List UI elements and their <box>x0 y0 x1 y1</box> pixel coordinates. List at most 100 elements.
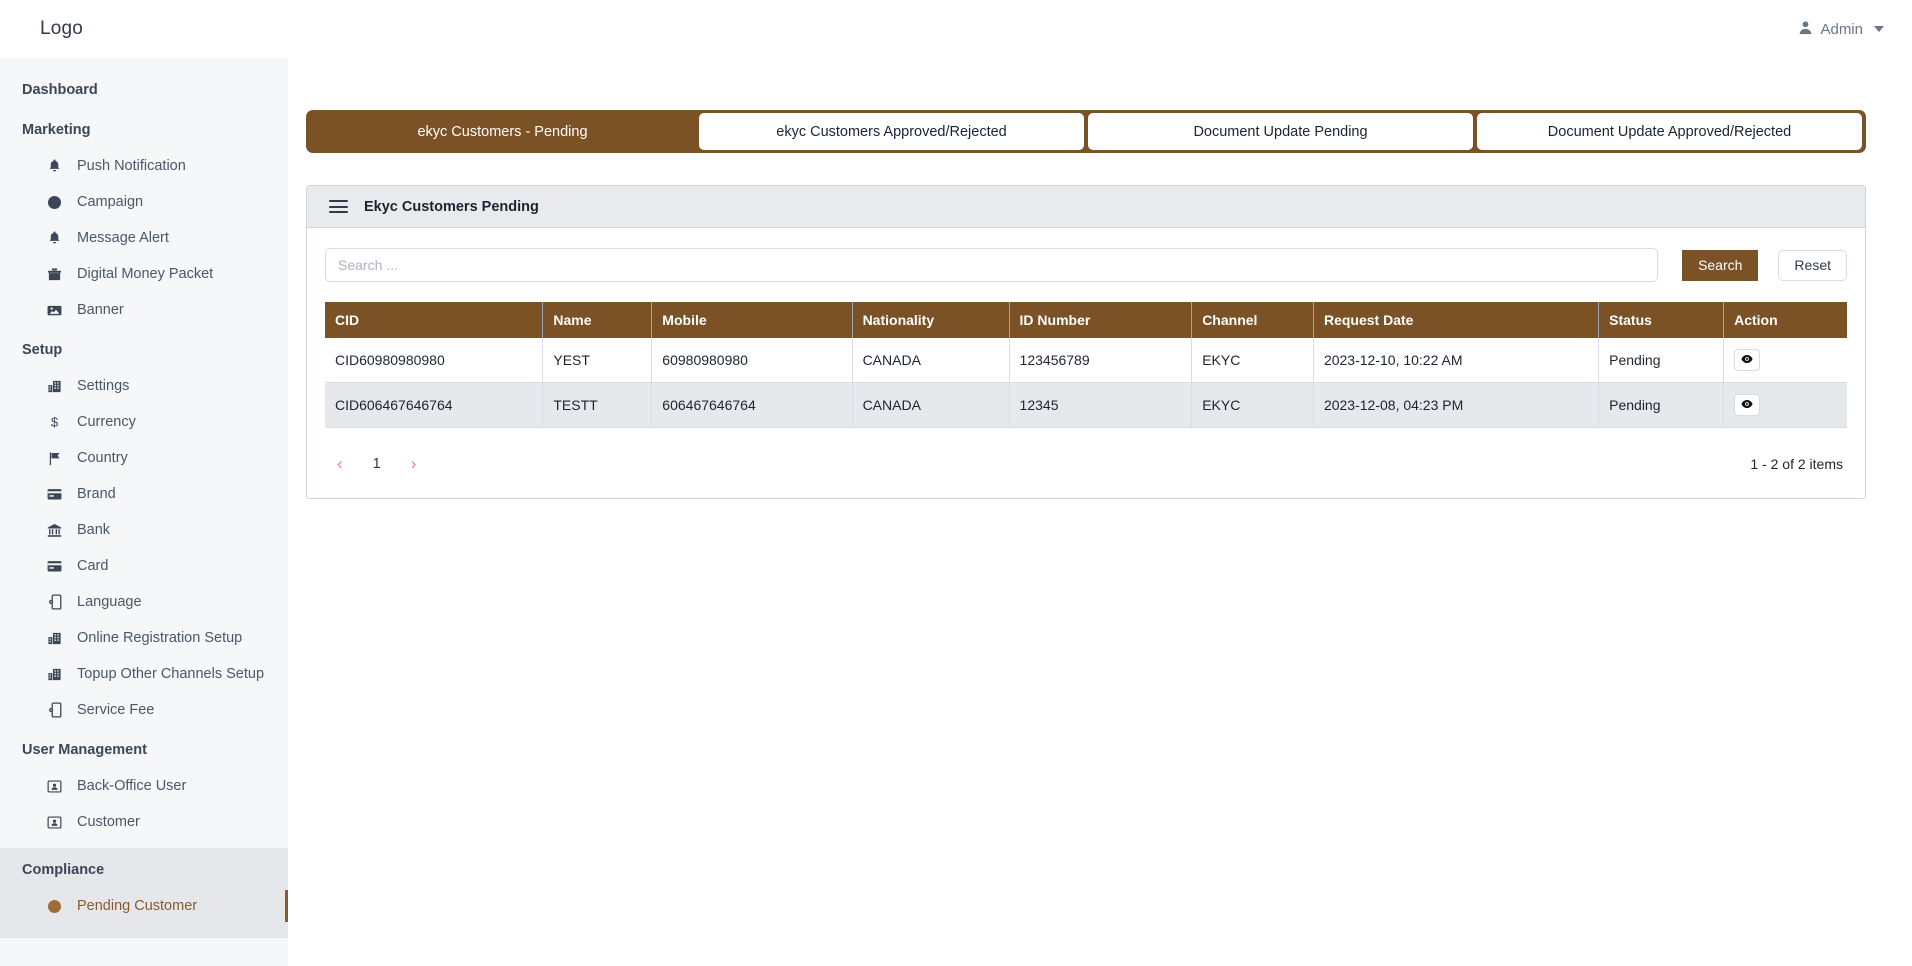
column-header-channel: Channel <box>1191 302 1314 338</box>
sidebar-item-label: Currency <box>77 414 136 430</box>
main-content: ekyc Customers - Pending ekyc Customers A… <box>288 58 1912 966</box>
column-header-status: Status <box>1598 302 1725 338</box>
column-header-request-date: Request Date <box>1313 302 1600 338</box>
table-header-row: CID Name Mobile Nationality ID Number Channel… <box>325 302 1847 338</box>
sidebar-item-campaign[interactable]: Campaign <box>0 184 288 220</box>
sidebar-item-label: Message Alert <box>77 230 169 246</box>
sidebar-item-message-alert[interactable]: Message Alert <box>0 220 288 256</box>
sidebar-item-pending-customer[interactable]: Pending Customer <box>0 888 288 924</box>
eye-icon <box>1741 397 1753 413</box>
tab-ekyc-customers-approved-rejected[interactable]: ekyc Customers Approved/Rejected <box>698 112 1085 151</box>
cell-nationality: CANADA <box>852 382 1010 428</box>
sidebar-item-push-notification[interactable]: Push Notification <box>0 148 288 184</box>
sidebar-item-label: Service Fee <box>77 702 155 718</box>
tab-document-update-pending[interactable]: Document Update Pending <box>1087 112 1474 151</box>
table-body: CID60980980980 YEST 60980980980 CANADA 12345… <box>325 338 1847 428</box>
sidebar-item-banner[interactable]: Banner <box>0 292 288 328</box>
device-gear-icon <box>46 594 63 611</box>
bell-icon <box>46 230 63 247</box>
cell-name: YEST <box>542 338 653 383</box>
dollar-icon: $ <box>46 414 63 431</box>
sidebar-section-title: Marketing <box>22 122 91 138</box>
eye-icon <box>1741 352 1753 368</box>
person-icon <box>1798 20 1813 39</box>
ekyc-pending-card: Ekyc Customers Pending Search Reset <box>306 185 1866 499</box>
tab-document-update-approved-rejected[interactable]: Document Update Approved/Rejected <box>1476 112 1863 151</box>
app-root: Logo Admin Dashboard Marketing Push Notifi… <box>0 0 1912 966</box>
sidebar-item-digital-money-packet[interactable]: Digital Money Packet <box>0 256 288 292</box>
sidebar-item-label: Brand <box>77 486 116 502</box>
id-card-icon <box>46 814 63 831</box>
sidebar-item-label: Push Notification <box>77 158 186 174</box>
sidebar-section-title: User Management <box>22 742 147 758</box>
sidebar-item-label: Digital Money Packet <box>77 266 214 282</box>
page-number-button[interactable]: 1 <box>365 454 389 474</box>
sidebar-item-topup-other-channels-setup[interactable]: Topup Other Channels Setup <box>0 656 288 692</box>
bank-icon <box>46 522 63 539</box>
sidebar-item-label: Pending Customer <box>77 898 198 914</box>
column-header-mobile: Mobile <box>651 302 853 338</box>
chevron-left-icon[interactable]: ‹ <box>329 452 351 476</box>
cell-id-number: 123456789 <box>1009 338 1193 383</box>
sidebar-section-title: Compliance <box>22 862 105 878</box>
sidebar-item-service-fee[interactable]: Service Fee <box>0 692 288 728</box>
reset-button[interactable]: Reset <box>1778 249 1847 281</box>
user-menu[interactable]: Admin <box>1798 20 1884 39</box>
hamburger-icon[interactable] <box>329 200 348 213</box>
sidebar-section-title: Setup <box>22 342 63 358</box>
user-name-label: Admin <box>1820 20 1863 38</box>
sidebar-item-language[interactable]: Language <box>0 584 288 620</box>
sidebar-section-title[interactable]: Dashboard <box>0 68 288 108</box>
ekyc-customers-table: CID Name Mobile Nationality ID Number Channel… <box>325 302 1847 428</box>
pagination-row: ‹ 1 › 1 - 2 of 2 items <box>325 452 1847 476</box>
sidebar-item-settings[interactable]: Settings <box>0 368 288 404</box>
tab-bar: ekyc Customers - Pending ekyc Customers A… <box>306 110 1866 153</box>
search-input[interactable] <box>325 248 1659 282</box>
column-header-cid: CID <box>325 302 544 338</box>
flag-icon <box>46 450 63 467</box>
bell-icon <box>46 158 63 175</box>
card-title: Ekyc Customers Pending <box>364 198 539 215</box>
view-row-button[interactable] <box>1734 394 1761 416</box>
cell-id-number: 12345 <box>1009 382 1193 428</box>
card-body: Search Reset CIDNameMobileNationalityID … <box>307 228 1865 498</box>
card-icon <box>46 486 63 503</box>
pagination: ‹ 1 › <box>329 452 424 476</box>
card-header: Ekyc Customers Pending <box>307 186 1865 228</box>
cell-request-date: 2023-12-08, 04:23 PM <box>1313 382 1600 428</box>
chevron-right-icon[interactable]: › <box>403 452 425 476</box>
column-header-nationality: Nationality <box>852 302 1010 338</box>
sidebar-group-marketing: Marketing Push Notification Campaign Messag… <box>0 108 288 328</box>
sidebar-item-label: Language <box>77 594 142 610</box>
building-icon <box>46 630 63 647</box>
sidebar-item-country[interactable]: Country <box>0 440 288 476</box>
sidebar-item-label: Campaign <box>77 194 144 210</box>
search-row: Search Reset <box>325 248 1847 282</box>
sidebar-item-customer[interactable]: Customer <box>0 804 288 840</box>
device-gear-icon <box>46 702 63 719</box>
cell-action <box>1723 338 1847 383</box>
sidebar-item-currency[interactable]: $ Currency <box>0 404 288 440</box>
building-icon <box>46 666 63 683</box>
sidebar-item-back-office-user[interactable]: Back-Office User <box>0 768 288 804</box>
search-button[interactable]: Search <box>1682 249 1759 281</box>
cell-mobile: 606467646764 <box>651 382 853 428</box>
chevron-down-icon <box>1874 26 1884 32</box>
page-body: Dashboard Marketing Push Notification Campa… <box>0 58 1912 966</box>
column-header-id-number: ID Number <box>1009 302 1193 338</box>
table-row: CID606467646764 TESTT 606467646764 CANADA 12… <box>325 382 1847 428</box>
app-logo[interactable]: Logo <box>40 18 83 40</box>
sidebar-item-bank[interactable]: Bank <box>0 512 288 548</box>
svg-text:$: $ <box>51 415 59 430</box>
tab-ekyc-customers-pending[interactable]: ekyc Customers - Pending <box>309 112 696 151</box>
cell-cid: CID606467646764 <box>325 382 544 428</box>
sidebar-item-label: Bank <box>77 522 111 538</box>
sidebar-item-label: Card <box>77 558 109 574</box>
view-row-button[interactable] <box>1734 349 1761 371</box>
sidebar-item-online-registration-setup[interactable]: Online Registration Setup <box>0 620 288 656</box>
sidebar-item-brand[interactable]: Brand <box>0 476 288 512</box>
sidebar-item-label: Country <box>77 450 128 466</box>
sidebar-item-card[interactable]: Card <box>0 548 288 584</box>
sidebar-group-compliance: Compliance Pending Customer <box>0 848 288 938</box>
column-header-action: Action <box>1723 302 1847 338</box>
